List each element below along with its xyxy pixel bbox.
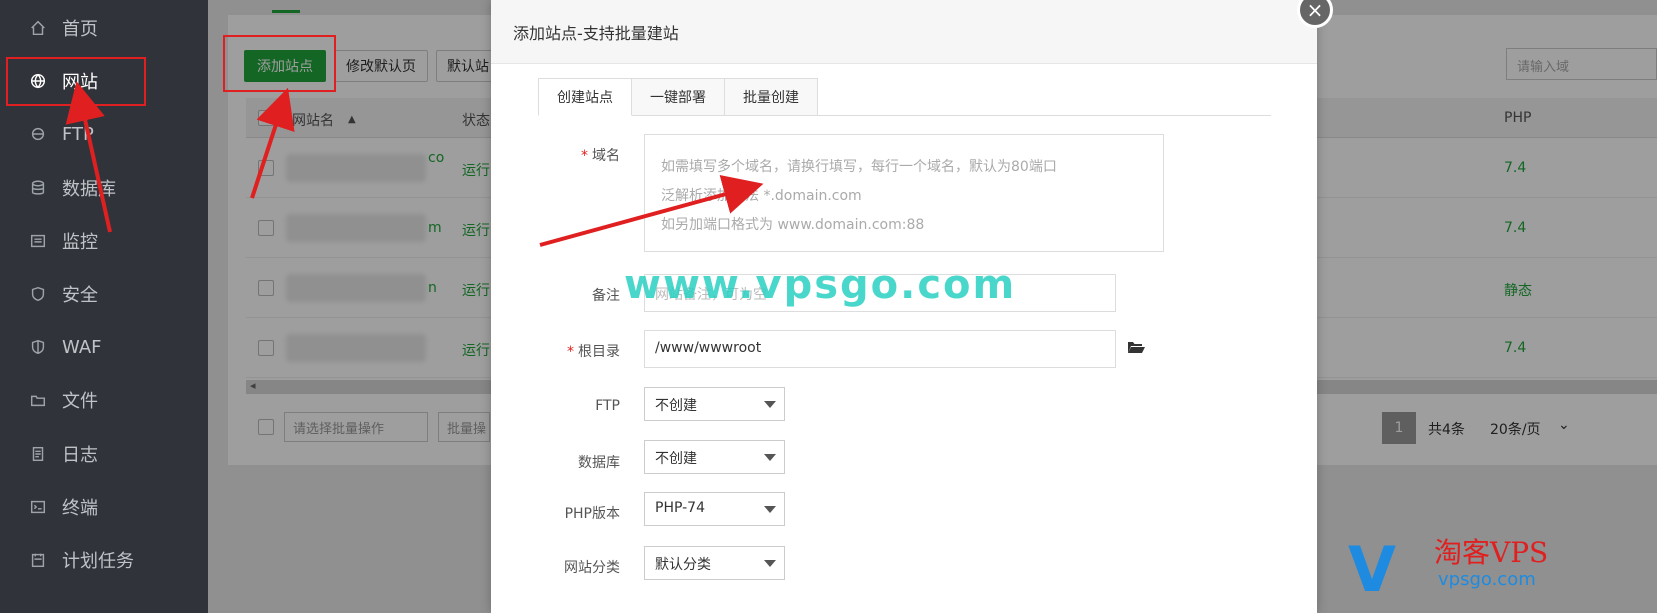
sidebar-item-label: WAF xyxy=(62,336,102,358)
php-version-select[interactable]: PHP-74 xyxy=(644,492,785,526)
php-version-select-value: PHP-74 xyxy=(655,500,705,516)
remark-label: 备注 xyxy=(592,288,620,304)
schedule-icon xyxy=(28,550,48,570)
domain-hint: 如需填写多个域名，请换行填写，每行一个域名，默认为80端口 xyxy=(661,159,1057,175)
site-category-select[interactable]: 默认分类 xyxy=(644,546,785,580)
sidebar-item-label: 计划任务 xyxy=(62,551,134,572)
tab-batch-create[interactable]: 批量创建 xyxy=(725,78,818,116)
sidebar-item-label: 终端 xyxy=(62,498,98,519)
dialog-tabs: 创建站点 一键部署 批量创建 xyxy=(538,78,818,116)
sidebar-item-home[interactable]: 首页 xyxy=(0,0,208,56)
annotation-box-add-site xyxy=(223,35,336,92)
database-select[interactable]: 不创建 xyxy=(644,440,785,474)
monitor-icon xyxy=(28,231,48,251)
folder-icon xyxy=(28,390,48,410)
tab-one-click-deploy[interactable]: 一键部署 xyxy=(632,78,725,116)
ftp-select[interactable]: 不创建 xyxy=(644,387,785,421)
domain-hint: 如另加端口格式为 www.domain.com:88 xyxy=(661,217,925,233)
sidebar-item-monitor[interactable]: 监控 xyxy=(0,213,208,269)
domain-textarea[interactable]: 如需填写多个域名，请换行填写，每行一个域名，默认为80端口 泛解析添加方法 *.… xyxy=(644,134,1164,252)
waf-icon xyxy=(28,337,48,357)
site-category-label: 网站分类 xyxy=(564,560,620,576)
folder-open-icon[interactable] xyxy=(1127,340,1145,354)
php-version-label: PHP版本 xyxy=(564,506,620,522)
ftp-label: FTP xyxy=(595,398,620,414)
sidebar-item-ftp[interactable]: FTP xyxy=(0,106,208,162)
caret-down-icon xyxy=(764,560,776,567)
sidebar-item-label: 监控 xyxy=(62,232,98,253)
sidebar-item-files[interactable]: 文件 xyxy=(0,372,208,428)
caret-down-icon xyxy=(764,506,776,513)
ftp-select-value: 不创建 xyxy=(655,398,697,414)
brand-logo: V 淘客VPS vpsgo.com xyxy=(1348,525,1558,606)
sidebar-item-logs[interactable]: 日志 xyxy=(0,426,208,482)
sidebar-item-label: FTP xyxy=(62,123,94,145)
sidebar-item-database[interactable]: 数据库 xyxy=(0,160,208,216)
logo-cn-text: 淘客VPS xyxy=(1434,536,1549,569)
watermark-text: www.vpsgo.com xyxy=(624,262,1017,308)
caret-down-icon xyxy=(764,454,776,461)
logo-letter: V xyxy=(1348,533,1396,606)
sidebar-item-schedule[interactable]: 计划任务 xyxy=(0,532,208,588)
sidebar-item-label: 首页 xyxy=(62,19,98,40)
sidebar-item-label: 数据库 xyxy=(62,179,116,200)
terminal-icon xyxy=(28,497,48,517)
shield-icon xyxy=(28,284,48,304)
home-icon xyxy=(28,18,48,38)
database-select-value: 不创建 xyxy=(655,451,697,467)
sidebar-item-waf[interactable]: WAF xyxy=(0,319,208,375)
domain-hint: 泛解析添加方法 *.domain.com xyxy=(661,188,862,204)
annotation-box-website xyxy=(6,57,146,106)
sidebar-item-label: 日志 xyxy=(62,445,98,466)
sidebar-item-label: 安全 xyxy=(62,285,98,306)
log-icon xyxy=(28,444,48,464)
sidebar-item-security[interactable]: 安全 xyxy=(0,266,208,322)
database-label: 数据库 xyxy=(578,455,620,471)
database-icon xyxy=(28,178,48,198)
domain-label: * 域名 xyxy=(581,148,620,164)
tabs-divider xyxy=(816,115,1271,116)
site-category-select-value: 默认分类 xyxy=(655,557,711,573)
caret-down-icon xyxy=(764,401,776,408)
dialog-title: 添加站点-支持批量建站 xyxy=(491,0,1317,64)
logo-url-text: vpsgo.com xyxy=(1438,569,1536,590)
sidebar-item-terminal[interactable]: 终端 xyxy=(0,479,208,535)
ftp-icon xyxy=(28,124,48,144)
root-dir-input[interactable]: /www/wwwroot xyxy=(644,330,1116,368)
tab-create-site[interactable]: 创建站点 xyxy=(538,78,632,116)
root-dir-label: * 根目录 xyxy=(567,344,620,360)
sidebar-item-label: 文件 xyxy=(62,391,98,412)
